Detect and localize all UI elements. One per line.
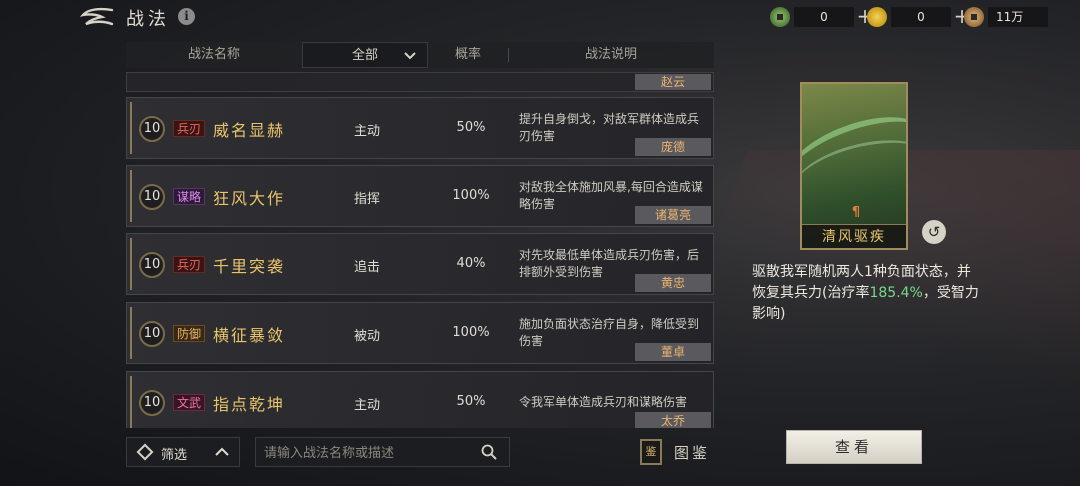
skill-card: ¶ 清风驱疾 [800, 82, 908, 250]
coin-icon [964, 7, 984, 27]
skill-type: 指挥 [353, 192, 380, 207]
page-title: 战法 [126, 9, 170, 30]
skill-description: 令我军单体造成兵刃和谋略伤害 [519, 395, 688, 409]
currency-gold-value: 0 [891, 7, 951, 27]
jade-icon [770, 7, 790, 27]
skill-tag: 防御 [173, 325, 206, 342]
general-name: 太乔 [635, 412, 711, 428]
top-bar: 战法 i 0 + 0 + 11万 [0, 0, 1080, 34]
skill-name: 横征暴敛 [213, 326, 286, 345]
general-name: 诸葛亮 [635, 206, 711, 224]
search-icon[interactable] [481, 444, 497, 460]
skill-rate: 50% [456, 120, 486, 135]
currency-jade-value: 0 [794, 7, 854, 27]
filter-button[interactable]: 筛选 [126, 437, 240, 467]
skill-type: 被动 [353, 329, 380, 344]
skill-tag: 谋略 [173, 188, 206, 205]
list-item-partial[interactable]: 赵云 [126, 72, 714, 92]
chevron-up-icon [213, 442, 231, 466]
list-item[interactable]: 10 谋略 狂风大作 指挥 100% 对敌我全体施加风暴,每回合造成谋略伤害 诸… [126, 165, 714, 227]
filter-label: 筛选 [161, 448, 188, 463]
back-arrow-icon [79, 7, 114, 26]
refresh-button[interactable]: ↺ [922, 220, 946, 244]
skill-level: 10 [139, 252, 165, 278]
type-filter-dropdown[interactable]: 全部 [302, 42, 428, 68]
column-header-rate: 概率 [454, 47, 481, 62]
type-filter-value: 全部 [351, 48, 378, 63]
filter-icon [136, 443, 154, 461]
currency-coin: 11万 [964, 6, 1048, 28]
skill-name: 狂风大作 [213, 189, 286, 208]
skill-rate: 100% [452, 325, 490, 340]
skill-type: 主动 [353, 398, 380, 413]
column-header-name: 战法名称 [187, 47, 240, 62]
skill-detail-description: 驱散我军随机两人1种负面状态，并恢复其兵力(治疗率185.4%，受智力影响) [752, 262, 982, 325]
skill-level: 10 [139, 184, 165, 210]
skill-type: 追击 [353, 260, 380, 275]
skill-level: 10 [139, 390, 165, 416]
skill-tag: 文武 [173, 394, 206, 411]
general-name: 董卓 [635, 343, 711, 361]
skill-type: 主动 [353, 124, 380, 139]
list-item[interactable]: 10 防御 横征暴敛 被动 100% 施加负面状态治疗自身，降低受到伤害 董卓 [126, 302, 714, 364]
general-name: 庞德 [635, 138, 711, 156]
heal-rate-value: 185.4% [869, 285, 923, 301]
search-input[interactable] [264, 443, 474, 463]
skill-tag: 兵刃 [173, 256, 206, 273]
column-header-description: 战法说明 [584, 47, 637, 62]
info-icon[interactable]: i [178, 8, 195, 25]
currency-gold: 0 + [867, 6, 973, 28]
back-button[interactable] [79, 6, 116, 28]
skill-rate: 40% [456, 256, 486, 271]
codex-label: 图鉴 [674, 443, 711, 462]
skill-tag: 兵刃 [173, 120, 206, 137]
list-item[interactable]: 10 兵刃 威名显赫 主动 50% 提升自身倒戈，对敌军群体造成兵刃伤害 庞德 [126, 97, 714, 159]
skill-rate: 50% [456, 394, 486, 409]
skill-name: 威名显赫 [213, 121, 286, 140]
codex-book-icon: 鉴 [640, 439, 662, 465]
skill-rate: 100% [452, 188, 490, 203]
view-button[interactable]: 查看 [786, 430, 922, 464]
card-type-mark: ¶ [851, 205, 861, 220]
refresh-icon: ↺ [927, 223, 941, 241]
skill-level: 10 [139, 321, 165, 347]
general-name: 黄忠 [635, 274, 711, 292]
gold-icon [867, 7, 887, 27]
general-name: 赵云 [635, 74, 711, 90]
currency-jade: 0 + [770, 6, 876, 28]
codex-button[interactable]: 鉴 图鉴 [640, 437, 710, 467]
table-header: 战法名称 全部 概率 战法说明 [126, 42, 714, 68]
skill-name: 千里突袭 [213, 257, 286, 276]
list-item[interactable]: 10 文武 指点乾坤 主动 50% 令我军单体造成兵刃和谋略伤害 太乔 [126, 371, 714, 428]
currency-coin-value: 11万 [988, 7, 1048, 27]
skill-level: 10 [139, 116, 165, 142]
search-box [255, 437, 510, 467]
skill-list[interactable]: 赵云 10 兵刃 威名显赫 主动 50% 提升自身倒戈，对敌军群体造成兵刃伤害 … [126, 72, 714, 428]
card-skill-name: 清风驱疾 [802, 224, 906, 248]
skill-name: 指点乾坤 [213, 395, 286, 414]
list-item[interactable]: 10 兵刃 千里突袭 追击 40% 对先攻最低单体造成兵刃伤害，后排额外受到伤害… [126, 233, 714, 295]
